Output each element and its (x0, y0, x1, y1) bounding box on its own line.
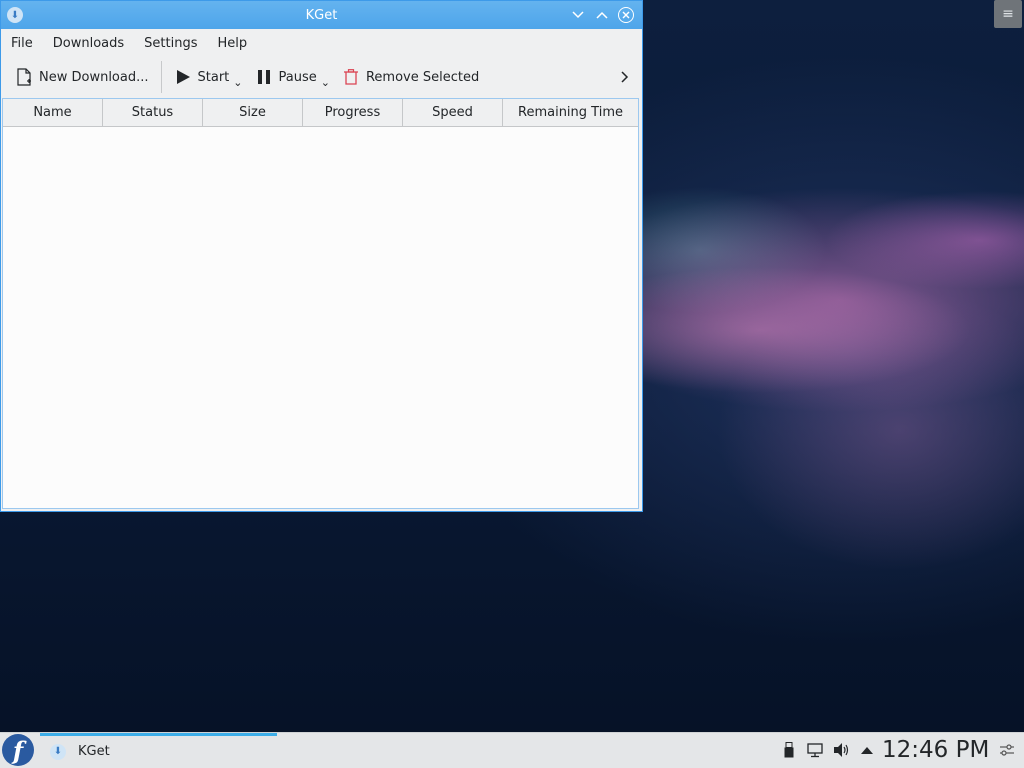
chevron-down-icon (572, 11, 584, 19)
chevron-down-icon[interactable]: ⌄ (233, 76, 242, 89)
minimize-button[interactable] (569, 6, 587, 24)
maximize-button[interactable] (593, 6, 611, 24)
trash-icon (342, 68, 360, 86)
tray-expand-icon[interactable] (858, 741, 876, 759)
system-tray (780, 733, 876, 767)
start-button[interactable]: Start ⌄ (168, 62, 249, 92)
new-document-icon (15, 68, 33, 86)
kget-window: ⬇ KGet File Downloads Settings Help New … (0, 0, 643, 512)
close-icon (618, 7, 634, 23)
column-header-speed[interactable]: Speed (403, 99, 503, 127)
remove-selected-button[interactable]: Remove Selected (336, 62, 485, 92)
toolbar-separator (160, 61, 162, 93)
window-title: KGet (305, 7, 338, 23)
column-header-status[interactable]: Status (103, 99, 203, 127)
kget-app-icon[interactable]: ⬇ (7, 7, 23, 23)
hamburger-icon: ≡ (1002, 6, 1014, 22)
pause-label: Pause (278, 69, 317, 85)
play-icon (174, 68, 192, 86)
start-label: Start (197, 69, 230, 85)
downloads-table[interactable]: Name Status Size Progress Speed Remainin… (2, 98, 639, 509)
task-manager-item-kget[interactable]: ⬇ KGet (40, 733, 277, 767)
remove-selected-label: Remove Selected (365, 69, 480, 85)
digital-clock[interactable]: 12:46 PM (882, 733, 989, 767)
pause-icon (255, 68, 273, 86)
menu-help[interactable]: Help (210, 29, 256, 59)
menu-settings[interactable]: Settings (136, 29, 205, 59)
toolbar-overflow-button[interactable] (616, 68, 634, 86)
menu-bar: File Downloads Settings Help (1, 29, 642, 59)
volume-icon[interactable] (832, 741, 850, 759)
chevron-right-icon (621, 71, 629, 83)
column-header-progress[interactable]: Progress (303, 99, 403, 127)
new-download-label: New Download... (39, 69, 149, 85)
kget-icon: ⬇ (50, 743, 66, 760)
network-icon[interactable] (806, 741, 824, 759)
panel-settings (998, 733, 1016, 767)
desktop-toolbox-button[interactable]: ≡ (994, 0, 1022, 28)
title-bar[interactable]: ⬇ KGet (1, 1, 642, 29)
chevron-up-icon (596, 11, 608, 19)
menu-file[interactable]: File (3, 29, 41, 59)
column-header-name[interactable]: Name (3, 99, 103, 127)
application-launcher[interactable]: f (2, 734, 34, 766)
chevron-down-icon[interactable]: ⌄ (321, 76, 330, 89)
menu-downloads[interactable]: Downloads (45, 29, 132, 59)
main-toolbar: New Download... Start ⌄ Pause ⌄ Remove S… (1, 59, 642, 95)
column-header-remaining-time[interactable]: Remaining Time (503, 99, 638, 127)
new-download-button[interactable]: New Download... (9, 62, 155, 92)
pause-button[interactable]: Pause ⌄ (249, 62, 336, 92)
column-header-size[interactable]: Size (203, 99, 303, 127)
task-label: KGet (78, 744, 110, 759)
close-button[interactable] (617, 6, 635, 24)
taskbar-panel: f ⬇ KGet 12:46 PM (0, 732, 1024, 768)
fedora-logo-icon: f (12, 735, 24, 765)
panel-configure-icon[interactable] (998, 741, 1016, 759)
removable-device-icon[interactable] (780, 741, 798, 759)
table-header: Name Status Size Progress Speed Remainin… (3, 99, 638, 127)
